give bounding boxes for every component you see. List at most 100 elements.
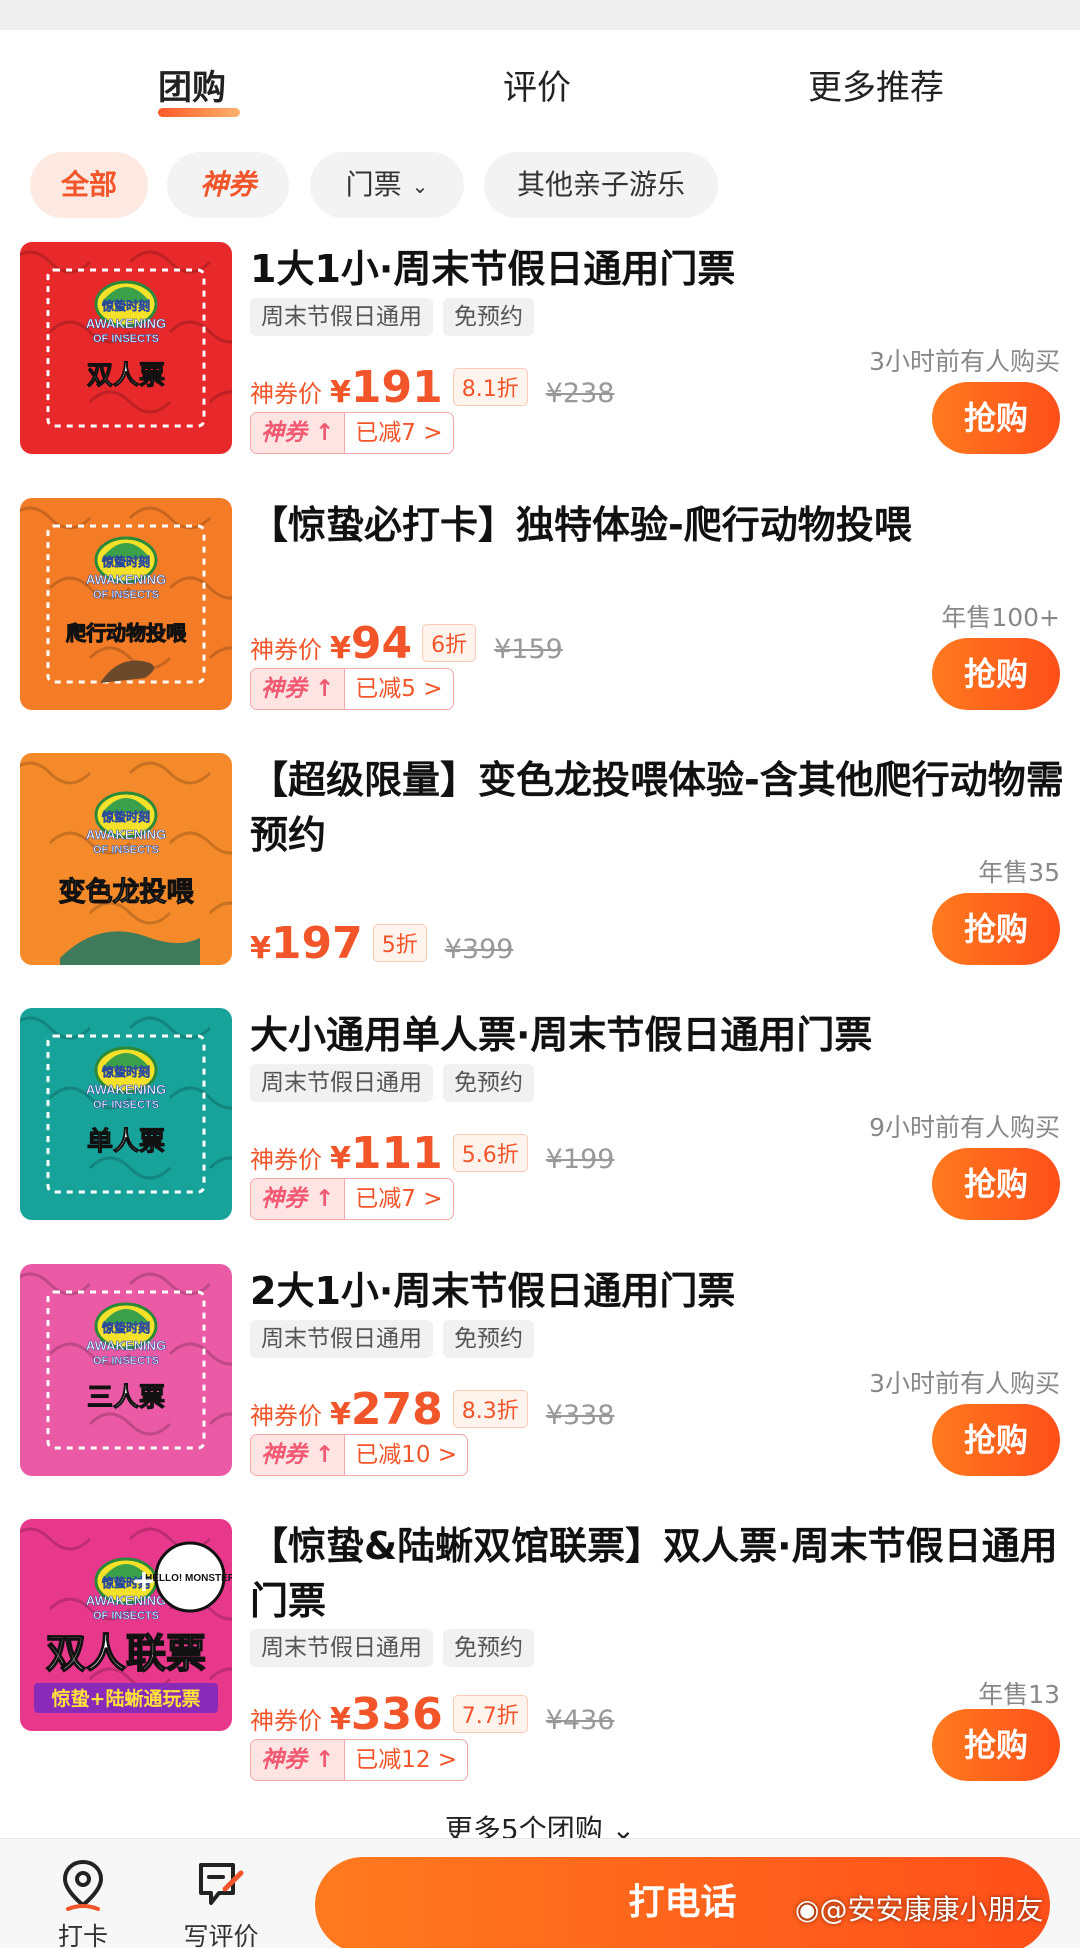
edit-review-icon [199,1863,244,1905]
product-title[interactable]: 【惊蛰&陆蜥双馆联票】双人票·周末节假日通用门票 [250,1519,1065,1629]
logo-text-en-sub: OF INSECTS [93,1099,159,1111]
product-title[interactable]: 大小通用单人票·周末节假日通用门票 [250,1008,1065,1063]
product-row[interactable]: 惊蛰时刻 AWAKENING OF INSECTS 变色龙投喂 【超级限量】变色龙投喂体… [0,753,1080,983]
price-value: 94 [350,618,413,669]
original-price: ¥199 [545,1144,615,1175]
currency-symbol: ¥ [330,375,351,410]
product-thumbnail[interactable]: 惊蛰时刻 AWAKENING OF INSECTS 单人票 [20,1008,232,1220]
sales-info: 3小时前有人购买 [869,347,1060,376]
filter-all[interactable]: 全部 [30,152,148,218]
coupon-saved: 已减7 > [344,1179,452,1219]
product-title[interactable]: 【超级限量】变色龙投喂体验-含其他爬行动物需预约 [250,753,1065,863]
original-price: ¥399 [444,934,514,965]
price-label: 神券价 [250,636,322,664]
sales-info: 年售100+ [941,603,1060,632]
original-price: ¥436 [545,1705,615,1736]
thumb-label: 单人票 [87,1127,165,1157]
product-title[interactable]: 2大1小·周末节假日通用门票 [250,1264,1065,1319]
price-line: 神券价 ¥94 6折 ¥159 [250,618,563,669]
sales-info: 3小时前有人购买 [869,1369,1060,1398]
buy-button[interactable]: 抢购 [932,638,1060,710]
tab-reviews[interactable]: 评价 [503,60,571,109]
original-price: ¥159 [494,634,563,665]
product-tag: 周末节假日通用 [250,1064,433,1102]
coupon-type: 神券 ↑ [251,1179,345,1219]
filter-label: 其他亲子游乐 [516,168,685,201]
tab-more-recommend[interactable]: 更多推荐 [808,60,944,109]
product-thumbnail[interactable]: 惊蛰时刻 AWAKENING OF INSECTS HELLO! MONSTER + 双人… [20,1519,232,1731]
top-strip [0,0,1080,30]
chevron-down-icon: ⌄ [411,174,429,198]
sales-info: 年售35 [978,858,1060,887]
product-row[interactable]: 惊蛰时刻 AWAKENING OF INSECTS 双人票 1大1小·周末节假日通用门票… [0,242,1080,472]
coupon-saved: 已减12 > [344,1740,467,1780]
coupon-badge[interactable]: 神券 ↑ 已减7 > [250,412,454,454]
product-thumbnail-graphic: 惊蛰时刻 AWAKENING OF INSECTS 三人票 [20,1264,232,1476]
product-thumbnail-graphic: 惊蛰时刻 AWAKENING OF INSECTS 变色龙投喂 [20,753,232,965]
discount-badge: 5折 [372,924,427,962]
logo-text-en: AWAKENING [86,572,166,587]
product-row[interactable]: 惊蛰时刻 AWAKENING OF INSECTS 三人票 2大1小·周末节假日通用门票… [0,1264,1080,1494]
arrow-up-icon: ↑ [307,1186,335,1212]
logo-text-en-sub: OF INSECTS [93,844,159,856]
price-line: 神券价 ¥278 8.3折 ¥338 [250,1384,614,1435]
product-tags: 周末节假日通用 免预约 [250,1064,534,1102]
watermark: ◉@安安康康小朋友 [795,1888,1043,1928]
logo-text-cn: 惊蛰时刻 [102,809,150,824]
product-row[interactable]: 惊蛰时刻 AWAKENING OF INSECTS 单人票 大小通用单人票·周末节假日通… [0,1008,1080,1238]
coupon-type: 神券 ↑ [251,1740,345,1780]
coupon-badge[interactable]: 神券 ↑ 已减12 > [250,1739,469,1781]
weibo-icon: ◉ [795,1893,820,1926]
product-row[interactable]: 惊蛰时刻 AWAKENING OF INSECTS 爬行动物投喂 【惊蛰必打卡】独特体验… [0,498,1080,728]
watermark-text: @安安康康小朋友 [819,1893,1044,1926]
buy-button[interactable]: 抢购 [932,893,1060,965]
call-label: 打电话 [628,1882,737,1923]
sales-info: 9小时前有人购买 [869,1113,1060,1142]
tab-label: 团购 [158,68,226,108]
buy-button[interactable]: 抢购 [932,1404,1060,1476]
tab-bar: 团购 评价 更多推荐 [0,60,1080,130]
buy-button[interactable]: 抢购 [932,1709,1060,1781]
coupon-badge[interactable]: 神券 ↑ 已减5 > [250,668,454,710]
product-title[interactable]: 1大1小·周末节假日通用门票 [250,242,1065,297]
hello-monster-text: HELLO! MONSTER [145,1573,232,1584]
location-pin-icon [62,1859,104,1911]
logo-text-en: AWAKENING [86,827,166,842]
coupon-badge[interactable]: 神券 ↑ 已减7 > [250,1178,454,1220]
thumb-label: 三人票 [87,1383,165,1413]
coupon-type: 神券 ↑ [251,669,345,709]
original-price: ¥338 [545,1400,615,1431]
arrow-up-icon: ↑ [307,1442,335,1468]
arrow-up-icon: ↑ [307,676,335,702]
product-thumbnail[interactable]: 惊蛰时刻 AWAKENING OF INSECTS 双人票 [20,242,232,454]
filter-shenquan[interactable]: 神券 [167,152,289,218]
product-thumbnail[interactable]: 惊蛰时刻 AWAKENING OF INSECTS 爬行动物投喂 [20,498,232,710]
write-review-button[interactable]: 写评价 [176,1859,266,1948]
product-tags: 周末节假日通用 免预约 [250,1320,534,1358]
logo-text-en-sub: OF INSECTS [93,1355,159,1367]
discount-badge: 5.6折 [452,1134,528,1172]
checkin-button[interactable]: 打卡 [38,1859,128,1948]
product-title[interactable]: 【惊蛰必打卡】独特体验-爬行动物投喂 [250,498,1065,553]
tab-group-buy[interactable]: 团购 [158,60,240,117]
currency-symbol: ¥ [330,1397,351,1432]
product-thumbnail[interactable]: 惊蛰时刻 AWAKENING OF INSECTS 变色龙投喂 [20,753,232,965]
filter-ticket-dropdown[interactable]: 门票 ⌄ [310,152,464,218]
currency-symbol: ¥ [250,931,271,966]
price-line: ¥197 5折 ¥399 [250,918,513,969]
product-tags: 周末节假日通用 免预约 [250,298,534,336]
thumb-label: 爬行动物投喂 [66,621,187,645]
thumb-label: 双人联票 [46,1631,206,1677]
product-row[interactable]: 惊蛰时刻 AWAKENING OF INSECTS HELLO! MONSTER + 双人… [0,1519,1080,1781]
discount-badge: 7.7折 [452,1695,528,1733]
buy-button[interactable]: 抢购 [932,382,1060,454]
buy-button[interactable]: 抢购 [932,1148,1060,1220]
currency-symbol: ¥ [330,631,351,666]
coupon-badge[interactable]: 神券 ↑ 已减10 > [250,1434,469,1476]
product-thumbnail[interactable]: 惊蛰时刻 AWAKENING OF INSECTS 三人票 [20,1264,232,1476]
logo-text-cn: 惊蛰时刻 [102,298,150,313]
filter-other-family-fun[interactable]: 其他亲子游乐 [484,152,718,218]
logo-text-en-sub: OF INSECTS [93,589,159,601]
price-value: 336 [350,1689,443,1740]
discount-badge: 8.3折 [452,1390,528,1428]
